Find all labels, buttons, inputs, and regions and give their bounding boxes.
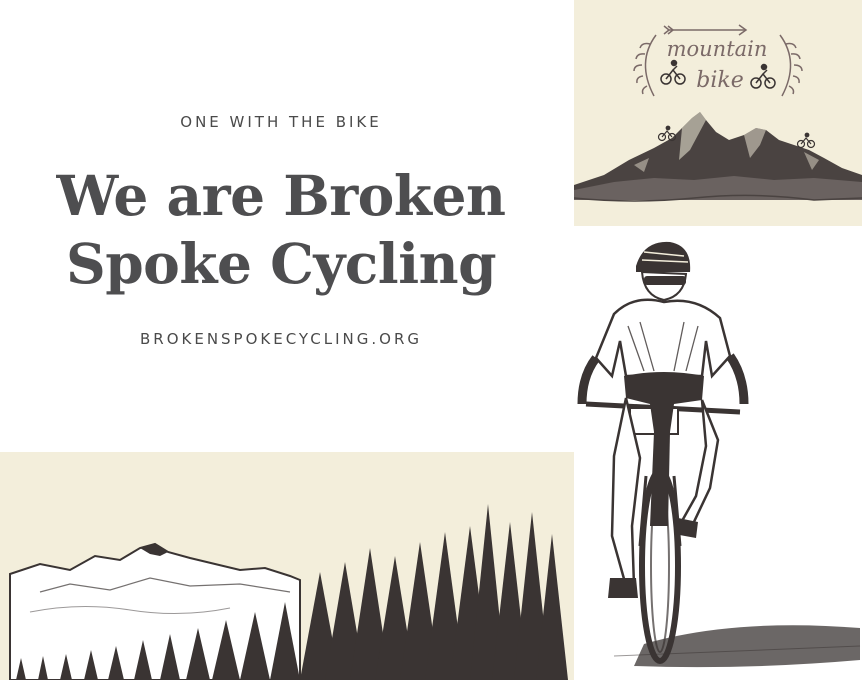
cyclist-left-icon	[660, 59, 686, 85]
mountain-bike-logo-panel: mountain bike	[574, 0, 862, 226]
page-canvas: ONE WITH THE BIKE We are Broken Spoke Cy…	[0, 0, 862, 680]
cyclist-sketch-panel	[574, 226, 862, 680]
forest-mountain-sketch	[9, 504, 568, 680]
arrow-icon	[663, 24, 748, 36]
mountain-cyclist-right-icon	[796, 132, 816, 149]
forest-sketch-panel	[0, 452, 574, 680]
hero-section: ONE WITH THE BIKE We are Broken Spoke Cy…	[0, 0, 572, 452]
logo-word-mountain: mountain	[667, 37, 768, 61]
laurel-right-icon	[779, 34, 803, 97]
mountain-range-sketch	[574, 112, 862, 215]
title-line-1: We are Broken	[56, 163, 506, 228]
website-url: BROKENSPOKECYCLING.ORG	[139, 330, 422, 348]
mountain-bike-logo-illustration: mountain bike	[574, 24, 862, 215]
cyclist-sketch-illustration	[577, 241, 861, 668]
title-line-2: Spoke Cycling	[65, 231, 497, 296]
cyclist-right-icon	[750, 63, 776, 89]
page-title: We are Broken Spoke Cycling	[0, 162, 562, 298]
laurel-left-icon	[633, 34, 657, 97]
logo-word-bike: bike	[696, 68, 743, 93]
tagline: ONE WITH THE BIKE	[180, 113, 382, 131]
